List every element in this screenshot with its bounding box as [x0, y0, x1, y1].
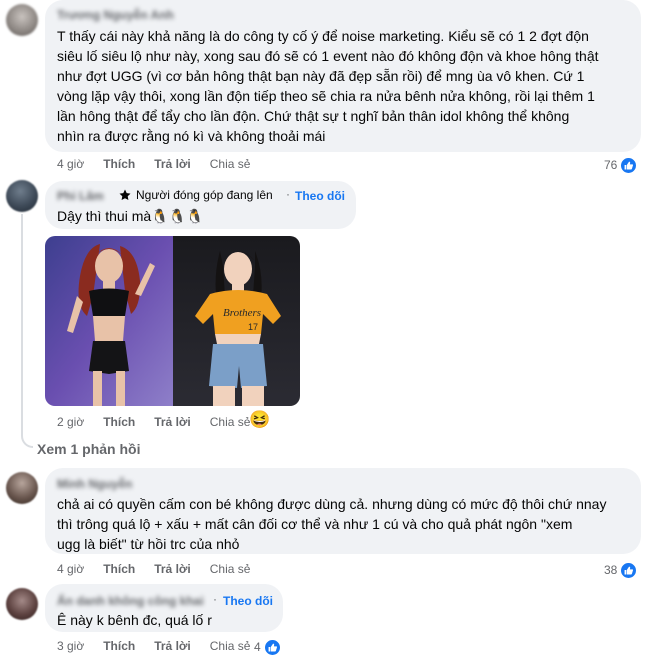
timestamp[interactable]: 2 giờ [57, 415, 84, 429]
laughing-reaction-icon[interactable]: 😆 [249, 410, 270, 430]
comment-author[interactable]: Minh Nguyễn [57, 477, 132, 491]
separator-dot: · [286, 187, 290, 201]
svg-text:17: 17 [248, 322, 258, 332]
comment-author[interactable]: Trương Nguyễn Anh [57, 8, 174, 22]
like-icon [620, 561, 638, 579]
reply-button[interactable]: Trả lời [154, 415, 191, 429]
like-button[interactable]: Thích [103, 639, 135, 653]
timestamp[interactable]: 4 giờ [57, 157, 84, 171]
like-button[interactable]: Thích [103, 157, 135, 171]
comment-text-line: nhìn ra được rằng nó kì và không thoải m… [57, 128, 326, 144]
svg-text:Brothers: Brothers [223, 307, 261, 319]
comment-text: Ê này k bênh đc, quá lố r [57, 612, 212, 628]
comment-actions: 4 giờ Thích Trả lời Chia sẻ [57, 156, 269, 172]
reply-button[interactable]: Trả lời [154, 562, 191, 576]
reaction-number: 76 [604, 158, 618, 172]
comment-text-line: vòng lặp vậy thôi, xong lần độn tiếp the… [57, 88, 595, 104]
comment-text-line: lần hông thật để tẩy cho lần độn. Chứ th… [57, 108, 570, 124]
comment-author[interactable]: Ẩn danh không công khai [57, 594, 204, 608]
follow-button[interactable]: Theo dõi [295, 189, 345, 203]
comment-text-line: siêu lố siêu lộ như này, xong sau đó sẽ … [57, 48, 599, 64]
comment-actions: 3 giờ Thích Trả lời Chia sẻ [57, 638, 269, 654]
reaction-number: 4 [254, 640, 261, 654]
reaction-count[interactable]: 38 [604, 561, 638, 579]
share-button[interactable]: Chia sẻ [210, 562, 251, 576]
share-button[interactable]: Chia sẻ [210, 157, 251, 171]
reaction-number: 38 [604, 563, 618, 577]
comment-text-line: ugg là biết" từ hồi trc của nhỏ [57, 536, 240, 552]
timestamp[interactable]: 4 giờ [57, 562, 84, 576]
thread-connector [21, 436, 33, 448]
comment-author[interactable]: Phi Lâm [57, 189, 104, 203]
share-button[interactable]: Chia sẻ [210, 415, 251, 429]
avatar[interactable] [6, 588, 38, 620]
comment-text-line: như đợt UGG (vì cơ bản hông thật bạn này… [57, 68, 585, 84]
avatar[interactable] [6, 4, 38, 36]
reaction-count[interactable]: 76 [604, 156, 638, 174]
follow-button[interactable]: Theo dõi [223, 594, 273, 608]
avatar[interactable] [6, 472, 38, 504]
reaction-count[interactable]: 4 [254, 638, 281, 656]
photo-image: Brothers 17 [45, 236, 300, 406]
thread-line [21, 214, 23, 436]
star-icon [119, 189, 131, 201]
comment-photo[interactable]: Brothers 17 [45, 236, 300, 406]
like-icon [263, 638, 281, 656]
separator-dot: · [213, 592, 217, 606]
comment-text-line: chả ai có quyền cấm con bé không được dù… [57, 496, 607, 512]
comment-text: Dậy thì thui mà🐧🐧🐧 [57, 208, 204, 224]
like-button[interactable]: Thích [103, 562, 135, 576]
avatar[interactable] [6, 180, 38, 212]
comment-actions: 4 giờ Thích Trả lời Chia sẻ [57, 561, 269, 577]
badge-label: Người đóng góp đang lên [136, 188, 273, 202]
timestamp[interactable]: 3 giờ [57, 639, 84, 653]
like-button[interactable]: Thích [103, 415, 135, 429]
reply-button[interactable]: Trả lời [154, 157, 191, 171]
comment-text-line: T thấy cái này khả năng là do công ty cố… [57, 28, 589, 44]
contributor-badge: Người đóng góp đang lên [119, 188, 273, 202]
comment-actions: 2 giờ Thích Trả lời Chia sẻ [57, 414, 269, 430]
view-replies-link[interactable]: Xem 1 phản hồi [37, 441, 140, 457]
like-icon [620, 156, 638, 174]
share-button[interactable]: Chia sẻ [210, 639, 251, 653]
reply-button[interactable]: Trả lời [154, 639, 191, 653]
comment-text-line: thì trông quá lộ + xấu + mất cân đối cơ … [57, 516, 573, 532]
